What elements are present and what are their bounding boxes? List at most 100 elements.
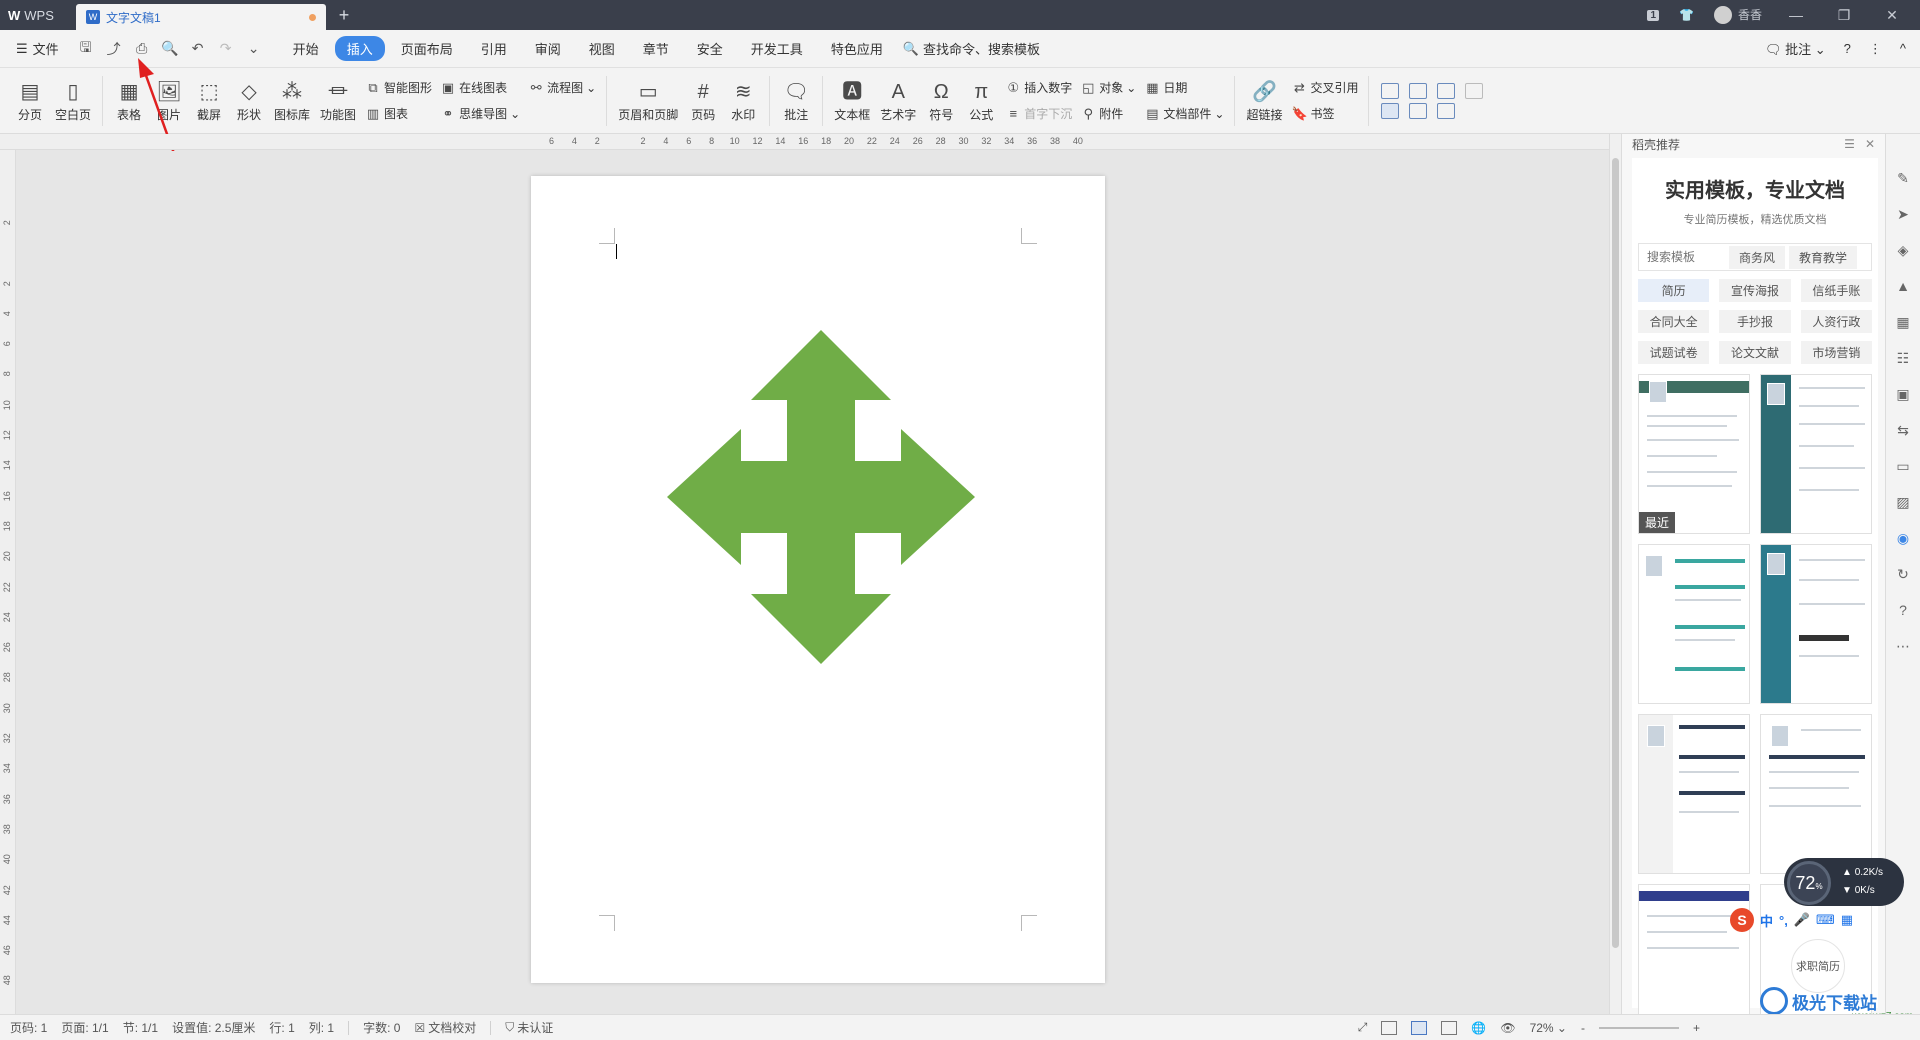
group-control-icon[interactable] xyxy=(1437,102,1456,119)
status-setting[interactable]: 设置值: 2.5厘米 xyxy=(172,1019,255,1036)
blank-page-button[interactable]: ▯ 空白页 xyxy=(50,72,96,130)
document-tab[interactable]: W 文字文稿1 xyxy=(76,4,326,30)
flowchart-button[interactable]: ⚯ 流程图 ⌄ xyxy=(528,78,597,98)
tab-developer[interactable]: 开发工具 xyxy=(739,36,815,61)
comment-menu-button[interactable]: 🗨 批注 ⌄ xyxy=(1765,39,1826,58)
symbol-button[interactable]: Ω 符号 xyxy=(921,72,961,130)
date-button[interactable]: ▦ 日期 xyxy=(1144,78,1224,98)
web-view-icon[interactable]: 🌐 xyxy=(1471,1021,1486,1035)
certification-button[interactable]: ⛉ 未认证 xyxy=(505,1019,553,1036)
customize-chevron-down-icon[interactable]: ⌄ xyxy=(241,37,267,61)
tab-page-layout[interactable]: 页面布局 xyxy=(389,36,465,61)
undo-icon[interactable]: ↶ xyxy=(185,37,211,61)
object-button[interactable]: ◱ 对象 ⌄ xyxy=(1080,78,1136,98)
sliders-icon[interactable]: ☷ xyxy=(1897,350,1910,368)
status-word-count[interactable]: 字数: 0 xyxy=(363,1019,400,1036)
four-way-arrow-icon[interactable] xyxy=(667,330,975,664)
page-break-button[interactable]: ▤ 分页 xyxy=(10,72,50,130)
tab-references[interactable]: 引用 xyxy=(469,36,519,61)
checkbox-control-icon[interactable] xyxy=(1409,82,1428,99)
image-icon[interactable]: ▣ xyxy=(1896,386,1909,404)
print-preview-icon[interactable]: 🔍 xyxy=(157,37,183,61)
layout-control-icon[interactable] xyxy=(1381,102,1400,119)
horizontal-ruler[interactable]: 6 4 2 2 4 6 8 10 12 14 16 18 20 22 24 26 28 30 32 34 36 38 40 xyxy=(0,134,1610,150)
comment-button[interactable]: 🗨 批注 xyxy=(776,72,816,130)
wordart-button[interactable]: A 艺术字 xyxy=(875,72,921,130)
outline-view-icon[interactable] xyxy=(1441,1020,1458,1035)
insert-number-button[interactable]: ① 插入数字 xyxy=(1005,78,1072,98)
fullscreen-icon[interactable]: ⤢ xyxy=(1358,1020,1368,1035)
microphone-icon[interactable]: 🎤 xyxy=(1794,912,1810,928)
collapse-ribbon-icon[interactable]: ^ xyxy=(1900,41,1906,56)
smart-art-button[interactable]: ⧉ 智能图形 xyxy=(365,78,432,98)
tab-review[interactable]: 审阅 xyxy=(523,36,573,61)
window-count-badge[interactable]: 1 xyxy=(1647,9,1660,21)
status-section[interactable]: 节: 1/1 xyxy=(123,1019,158,1036)
document-page[interactable] xyxy=(531,176,1105,983)
cross-ref-button[interactable]: ⇄ 交叉引用 xyxy=(1291,78,1358,98)
template-icon[interactable]: ◉ xyxy=(1897,530,1909,548)
redo-icon[interactable]: ↷ xyxy=(213,37,239,61)
save-icon[interactable]: 🖫 xyxy=(73,37,99,61)
category-item[interactable]: 人资行政 xyxy=(1800,310,1872,333)
zoom-level[interactable]: 72% ⌄ xyxy=(1530,1021,1567,1035)
tab-chapter[interactable]: 章节 xyxy=(631,36,681,61)
page-number-button[interactable]: # 页码 xyxy=(683,72,723,130)
reading-view-icon[interactable] xyxy=(1381,1020,1398,1035)
scrollbar-thumb[interactable] xyxy=(1612,158,1619,948)
zoom-in-button[interactable]: + xyxy=(1693,1021,1700,1035)
category-item[interactable]: 市场营销 xyxy=(1800,341,1872,364)
textbox-button[interactable]: 🅰 文本框 xyxy=(829,72,875,130)
skin-icon[interactable]: 👕 xyxy=(1679,8,1694,22)
grid-icon[interactable]: ▦ xyxy=(1841,912,1853,928)
print-icon[interactable]: ⎙ xyxy=(129,37,155,61)
close-icon[interactable]: ✕ xyxy=(1878,7,1906,24)
category-item[interactable]: 论文文献 xyxy=(1719,341,1791,364)
pen-icon[interactable]: ✎ xyxy=(1897,170,1909,188)
chip-education[interactable]: 教育教学 xyxy=(1789,245,1858,269)
status-col[interactable]: 列: 1 xyxy=(309,1019,334,1036)
icon-library-button[interactable]: ⁂ 图标库 xyxy=(269,72,315,130)
dropcap-button[interactable]: ≡ 首字下沉 xyxy=(1005,104,1072,124)
more-icon[interactable]: ⋯ xyxy=(1896,638,1910,656)
category-item[interactable]: 宣传海报 xyxy=(1719,279,1791,302)
minimize-icon[interactable]: — xyxy=(1782,7,1810,23)
new-tab-button[interactable]: + xyxy=(326,0,362,30)
shapes-icon[interactable]: ◈ xyxy=(1898,242,1909,260)
panel-header-label[interactable]: 稻壳推荐 xyxy=(1632,136,1680,153)
doc-parts-button[interactable]: ▤ 文档部件 ⌄ xyxy=(1144,104,1224,124)
picture-control-icon[interactable] xyxy=(1465,82,1484,99)
pointer-icon[interactable]: ➤ xyxy=(1897,206,1909,224)
tab-home[interactable]: 开始 xyxy=(281,36,331,61)
panel-close-icon[interactable]: ✕ xyxy=(1865,137,1875,151)
category-item[interactable]: 信纸手账 xyxy=(1800,279,1872,302)
sogou-logo-icon[interactable]: S xyxy=(1730,908,1754,932)
hyperlink-button[interactable]: 🔗 超链接 xyxy=(1241,72,1287,130)
proofread-button[interactable]: ☒ 文档校对 xyxy=(414,1019,476,1036)
archive-icon[interactable]: ▭ xyxy=(1896,458,1909,476)
wps-home-tab[interactable]: W WPS xyxy=(0,0,76,30)
category-item[interactable]: 合同大全 xyxy=(1638,310,1710,333)
template-thumbnail[interactable] xyxy=(1638,714,1750,874)
file-menu[interactable]: ☰ 文件 xyxy=(8,39,67,58)
panel-menu-icon[interactable]: ☰ xyxy=(1844,137,1855,151)
chart-button[interactable]: ▥ 图表 xyxy=(365,104,432,124)
bookmark-button[interactable]: 🔖 书签 xyxy=(1291,104,1358,124)
screenshot-button[interactable]: ⬚ 截屏 xyxy=(189,72,229,130)
status-page[interactable]: 页面: 1/1 xyxy=(61,1019,108,1036)
header-footer-button[interactable]: ▭ 页眉和页脚 xyxy=(613,72,683,130)
shapes-button[interactable]: ◇ 形状 xyxy=(229,72,269,130)
category-item[interactable]: 手抄报 xyxy=(1719,310,1791,333)
share-icon[interactable]: ⇆ xyxy=(1897,422,1909,440)
image-control-icon[interactable] xyxy=(1409,102,1428,119)
function-chart-button[interactable]: ⏛ 功能图 xyxy=(315,72,361,130)
zoom-slider[interactable] xyxy=(1598,1026,1679,1029)
template-thumbnail[interactable]: 最近 xyxy=(1638,374,1750,534)
status-row[interactable]: 行: 1 xyxy=(269,1019,294,1036)
tab-special-apps[interactable]: 特色应用 xyxy=(819,36,895,61)
watermark-button[interactable]: ≋ 水印 xyxy=(723,72,763,130)
history-icon[interactable]: ↻ xyxy=(1897,566,1909,584)
status-page-code[interactable]: 页码: 1 xyxy=(10,1019,47,1036)
online-chart-button[interactable]: ▣ 在线图表 xyxy=(440,78,520,98)
command-search[interactable]: 🔍 查找命令、搜索模板 xyxy=(903,39,1040,58)
